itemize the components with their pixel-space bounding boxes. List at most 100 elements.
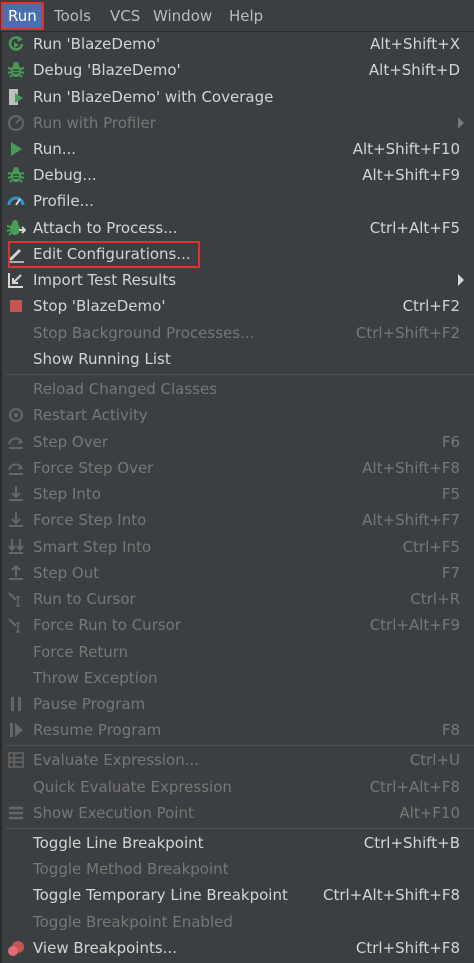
force-run-to-cursor-icon — [6, 615, 26, 635]
profiler-icon — [6, 113, 26, 133]
debug-bug-icon — [6, 165, 26, 185]
menu-item-shortcut: Alt+Shift+D — [368, 61, 460, 79]
menu-item-show-running-list[interactable]: Show Running List — [0, 346, 474, 372]
menu-item-resume-program[interactable]: Resume Program F8 — [0, 717, 474, 743]
menu-item-shortcut: Ctrl+Alt+F9 — [369, 616, 460, 634]
menu-item-label: Step Into — [33, 485, 101, 503]
menu-item-toggle-line-breakpoint[interactable]: Toggle Line Breakpoint Ctrl+Shift+B — [0, 830, 474, 856]
menu-item-label: Force Run to Cursor — [33, 616, 182, 634]
menu-item-label: Force Step Into — [33, 511, 147, 529]
attach-bug-icon — [6, 218, 26, 238]
menu-item-restart-activity[interactable]: Restart Activity — [0, 402, 474, 428]
menu-item-force-run-to-cursor[interactable]: Force Run to Cursor Ctrl+Alt+F9 — [0, 612, 474, 638]
menu-item-label: Toggle Temporary Line Breakpoint — [33, 886, 288, 904]
menu-item-evaluate-expression[interactable]: Evaluate Expression... Ctrl+U — [0, 747, 474, 773]
menu-item-quick-evaluate-expression[interactable]: Quick Evaluate Expression Ctrl+Alt+F8 — [0, 774, 474, 800]
menu-item-label: Step Out — [33, 564, 100, 582]
menu-item-label: Stop Background Processes... — [33, 324, 255, 342]
menu-item-label: Toggle Breakpoint Enabled — [33, 913, 233, 931]
menu-item-debug[interactable]: Debug... Alt+Shift+F9 — [0, 162, 474, 188]
menu-bar: Run Tools VCS Window Help — [0, 0, 474, 32]
menu-item-label: Force Return — [33, 643, 129, 661]
menu-tools[interactable]: Tools — [48, 3, 97, 29]
restart-icon — [6, 405, 26, 425]
menu-item-view-breakpoints[interactable]: View Breakpoints... Ctrl+Shift+F8 — [0, 935, 474, 961]
import-arrow-icon — [6, 270, 26, 290]
menu-item-label: Smart Step Into — [33, 538, 152, 556]
menu-item-label: Run to Cursor — [33, 590, 136, 608]
menu-item-label: Show Running List — [33, 350, 171, 368]
execution-point-icon — [6, 803, 26, 823]
menu-item-label: Run 'BlazeDemo' with Coverage — [33, 88, 274, 106]
menu-item-throw-exception[interactable]: Throw Exception — [0, 665, 474, 691]
menu-item-shortcut: Ctrl+F5 — [402, 538, 460, 556]
menu-item-step-into[interactable]: Step Into F5 — [0, 481, 474, 507]
run-triangle-icon — [6, 139, 26, 159]
step-into-icon — [6, 484, 26, 504]
menu-item-shortcut: Alt+Shift+F8 — [362, 459, 460, 477]
menu-item-label: Throw Exception — [33, 669, 158, 687]
menu-item-label: Run 'BlazeDemo' — [33, 35, 161, 53]
menu-item-shortcut: Ctrl+U — [409, 751, 460, 769]
step-out-icon — [6, 563, 26, 583]
menu-item-run-to-cursor[interactable]: Run to Cursor Ctrl+R — [0, 586, 474, 612]
menu-item-attach-to-process[interactable]: Attach to Process... Ctrl+Alt+F5 — [0, 215, 474, 241]
menu-item-label: Resume Program — [33, 721, 162, 739]
debug-bug-icon — [6, 60, 26, 80]
menu-item-shortcut: Ctrl+Shift+F2 — [355, 324, 460, 342]
force-step-into-icon — [6, 510, 26, 530]
menu-item-label: Debug 'BlazeDemo' — [33, 61, 181, 79]
menu-item-shortcut: Alt+Shift+F10 — [352, 140, 460, 158]
menu-item-label: Show Execution Point — [33, 804, 194, 822]
menu-item-run-with-profiler[interactable]: Run with Profiler — [0, 110, 474, 136]
menu-item-shortcut: Ctrl+Shift+B — [363, 834, 460, 852]
menu-item-toggle-breakpoint-enabled[interactable]: Toggle Breakpoint Enabled — [0, 909, 474, 935]
menu-item-run[interactable]: Run... Alt+Shift+F10 — [0, 136, 474, 162]
menu-item-label: Toggle Line Breakpoint — [33, 834, 204, 852]
menu-item-run-with-coverage[interactable]: Run 'BlazeDemo' with Coverage — [0, 84, 474, 110]
menu-item-force-step-over[interactable]: Force Step Over Alt+Shift+F8 — [0, 455, 474, 481]
menu-item-shortcut: Ctrl+Alt+F8 — [369, 778, 460, 796]
menu-item-shortcut: Ctrl+Shift+F8 — [355, 939, 460, 957]
menu-item-import-test-results[interactable]: Import Test Results — [0, 267, 474, 293]
menu-item-stop-background-processes[interactable]: Stop Background Processes... Ctrl+Shift+… — [0, 320, 474, 346]
menu-item-debug-blazedemo[interactable]: Debug 'BlazeDemo' Alt+Shift+D — [0, 57, 474, 83]
submenu-arrow-icon — [458, 117, 464, 129]
submenu-arrow-icon — [458, 274, 464, 286]
menu-item-show-execution-point[interactable]: Show Execution Point Alt+F10 — [0, 800, 474, 826]
menu-item-reload-changed-classes[interactable]: Reload Changed Classes — [0, 376, 474, 402]
menu-item-shortcut: Ctrl+Alt+Shift+F8 — [323, 886, 460, 904]
menu-separator — [6, 745, 474, 746]
breakpoints-icon — [6, 938, 26, 958]
menu-item-step-out[interactable]: Step Out F7 — [0, 560, 474, 586]
menu-item-force-return[interactable]: Force Return — [0, 639, 474, 665]
smart-step-into-icon — [6, 537, 26, 557]
coverage-icon — [6, 87, 26, 107]
menu-item-label: Reload Changed Classes — [33, 380, 218, 398]
menu-item-shortcut: F5 — [441, 485, 460, 503]
menu-item-toggle-method-breakpoint[interactable]: Toggle Method Breakpoint — [0, 856, 474, 882]
menu-item-label: Toggle Method Breakpoint — [33, 860, 229, 878]
menu-item-stop-blazedemo[interactable]: Stop 'BlazeDemo' Ctrl+F2 — [0, 293, 474, 319]
menu-window[interactable]: Window — [147, 3, 218, 29]
menu-item-edit-configurations[interactable]: Edit Configurations... — [0, 241, 474, 267]
menu-item-profile[interactable]: Profile... — [0, 188, 474, 214]
profile-gauge-icon — [6, 191, 26, 211]
menu-vcs[interactable]: VCS — [104, 3, 146, 29]
menu-item-shortcut: Alt+F10 — [399, 804, 460, 822]
menu-item-pause-program[interactable]: Pause Program — [0, 691, 474, 717]
menu-item-run-blazedemo[interactable]: Run 'BlazeDemo' Alt+Shift+X — [0, 31, 474, 57]
pause-icon — [6, 694, 26, 714]
menu-item-step-over[interactable]: Step Over F6 — [0, 429, 474, 455]
menu-item-force-step-into[interactable]: Force Step Into Alt+Shift+F7 — [0, 507, 474, 533]
menu-item-label: Pause Program — [33, 695, 146, 713]
menu-item-shortcut: Alt+Shift+F7 — [362, 511, 460, 529]
menu-item-label: Force Step Over — [33, 459, 154, 477]
menu-run[interactable]: Run — [1, 2, 44, 30]
menu-item-smart-step-into[interactable]: Smart Step Into Ctrl+F5 — [0, 534, 474, 560]
menu-item-toggle-temporary-line-breakpoint[interactable]: Toggle Temporary Line Breakpoint Ctrl+Al… — [0, 882, 474, 908]
menu-help[interactable]: Help — [223, 3, 269, 29]
rerun-icon — [6, 34, 26, 54]
menu-item-label: Restart Activity — [33, 406, 148, 424]
menu-item-shortcut: F8 — [441, 721, 460, 739]
